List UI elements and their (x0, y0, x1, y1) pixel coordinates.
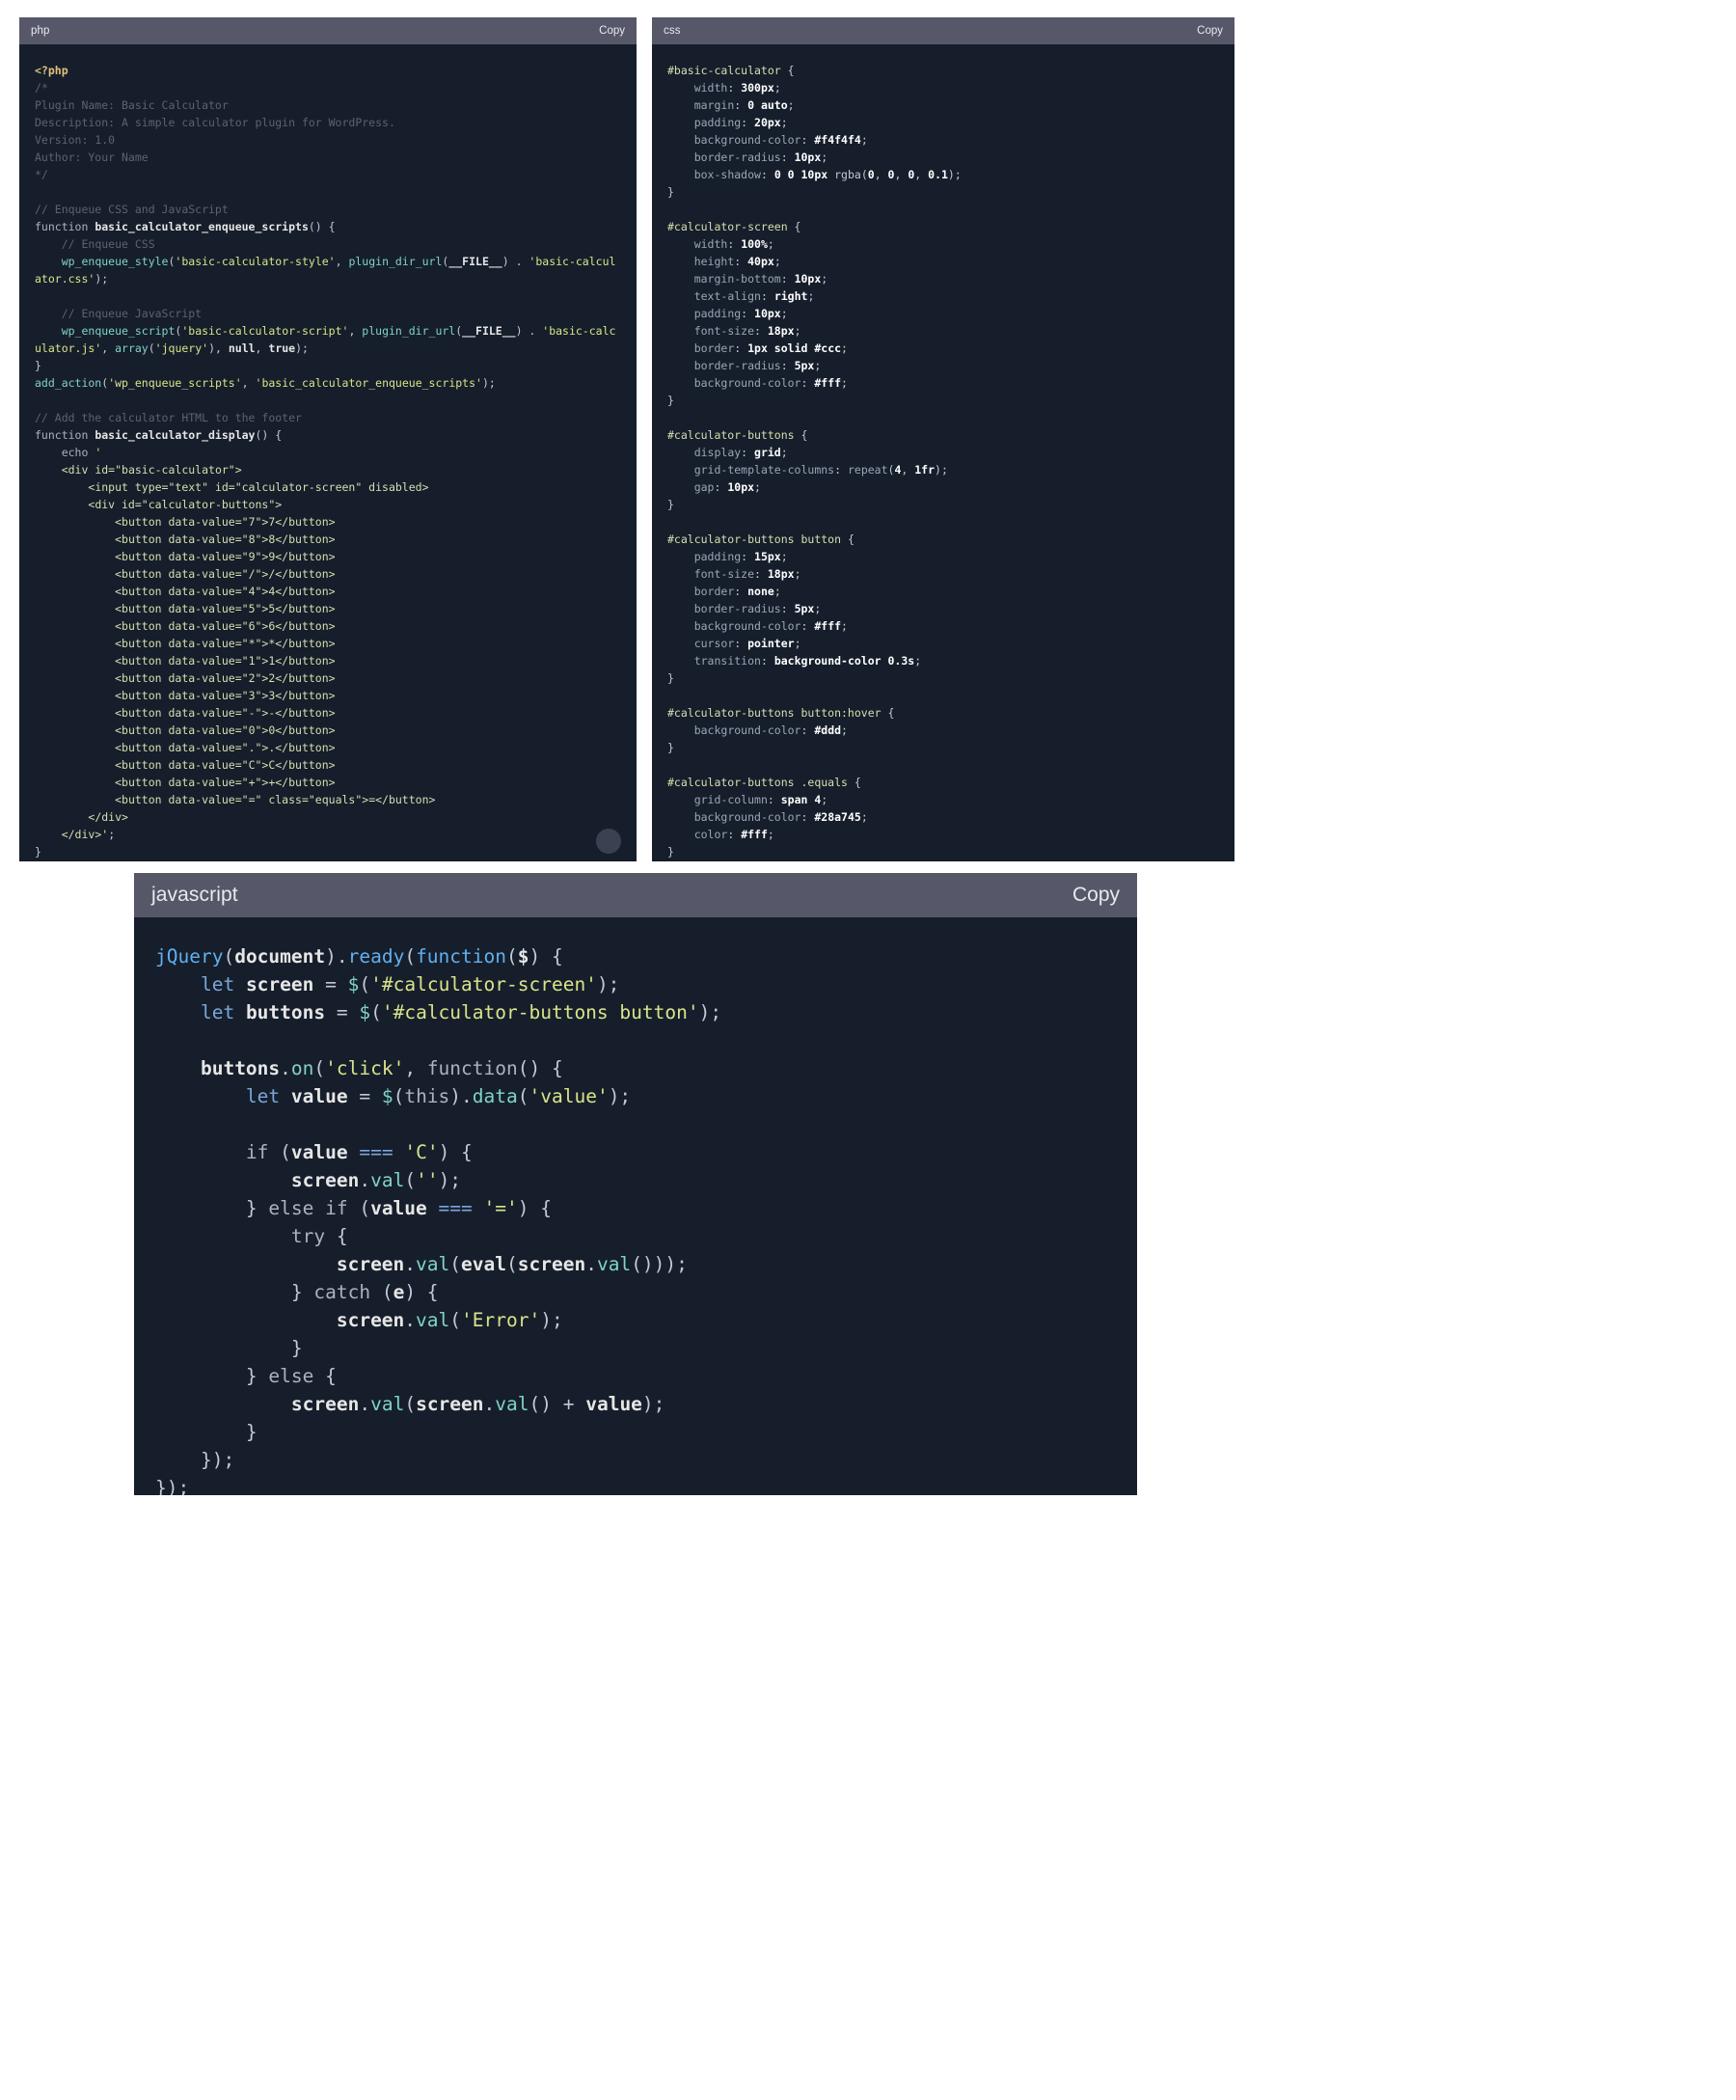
css-copy-button[interactable]: Copy (1197, 25, 1223, 37)
javascript-card-header: javascript Copy (134, 873, 1137, 917)
scroll-thumb-indicator[interactable] (596, 829, 621, 854)
css-code-body[interactable]: #basic-calculator { width: 300px; margin… (652, 44, 1234, 861)
css-card-header: css Copy (652, 17, 1234, 44)
php-card-header: php Copy (19, 17, 637, 44)
javascript-code-body[interactable]: jQuery(document).ready(function($) { let… (134, 917, 1137, 1495)
php-language-label: php (31, 25, 50, 37)
code-snippets-page: php Copy <?php /* Plugin Name: Basic Cal… (0, 0, 1736, 2100)
php-code-card: php Copy <?php /* Plugin Name: Basic Cal… (19, 17, 637, 861)
javascript-code-card: javascript Copy jQuery(document).ready(f… (134, 873, 1137, 1495)
javascript-language-label: javascript (151, 884, 238, 906)
php-code-body[interactable]: <?php /* Plugin Name: Basic Calculator D… (19, 44, 637, 861)
css-language-label: css (664, 25, 681, 37)
css-code-card: css Copy #basic-calculator { width: 300p… (652, 17, 1234, 861)
javascript-copy-button[interactable]: Copy (1072, 884, 1120, 907)
php-copy-button[interactable]: Copy (599, 25, 625, 37)
